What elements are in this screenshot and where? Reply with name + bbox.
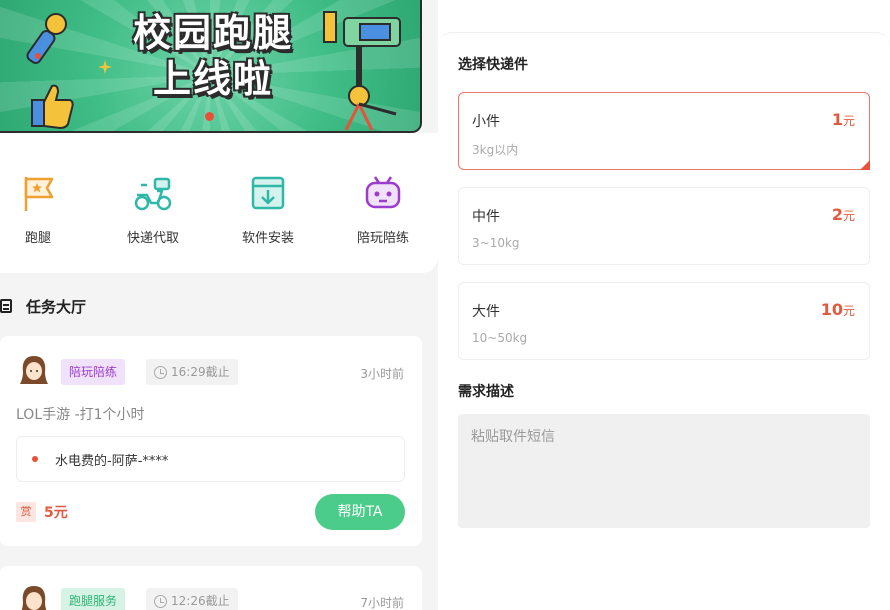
task-address: 水电费的-阿萨-**** xyxy=(16,436,405,482)
reward-badge: 赏 xyxy=(16,502,36,522)
task-category-tag: 陪玩陪练 xyxy=(61,359,126,385)
task-reward: 赏 5元 xyxy=(16,502,68,522)
task-deadline: 16:29截止 xyxy=(171,365,230,379)
size-price-unit: 元 xyxy=(842,304,855,318)
carousel-indicator[interactable] xyxy=(205,112,214,121)
size-section-title: 选择快递件 xyxy=(458,57,528,73)
quick-action-game-companion[interactable]: 陪玩陪练 xyxy=(333,173,433,246)
size-range: 3~10kg xyxy=(472,236,520,250)
banner-title: 校园跑腿 上线啦 xyxy=(118,10,308,102)
quick-actions: 跑腿 快递代取 软件安装 陪玩陪练 xyxy=(0,133,438,273)
reward-amount: 5元 xyxy=(44,505,68,521)
quick-action-errand[interactable]: 跑腿 xyxy=(0,173,88,246)
size-price-value: 1 xyxy=(831,110,843,129)
size-option-medium[interactable]: 中件 3~10kg 2元 xyxy=(458,187,870,265)
size-price: 1元 xyxy=(832,110,855,129)
panel-edge xyxy=(438,32,890,52)
size-price-value: 2 xyxy=(831,205,843,224)
size-price-value: 10 xyxy=(820,300,843,319)
size-name: 大件 xyxy=(472,304,500,320)
promo-banner[interactable]: 校园跑腿 上线啦 xyxy=(0,0,422,133)
task-deadline-tag: 16:29截止 xyxy=(146,359,238,385)
task-description: LOL手游 -打1个小时 xyxy=(16,407,145,423)
task-posted-ago: 3小时前 xyxy=(360,367,404,381)
task-category-tag: 跑腿服务 xyxy=(61,588,126,610)
quick-action-label: 跑腿 xyxy=(24,231,51,246)
sparkle-icon xyxy=(98,60,112,74)
quick-action-label: 软件安装 xyxy=(241,231,294,246)
quick-action-software-install[interactable]: 软件安装 xyxy=(218,173,318,246)
task-card[interactable]: 陪玩陪练 16:29截止 3小时前 LOL手游 -打1个小时 水电费的-阿萨-*… xyxy=(0,336,422,546)
list-icon xyxy=(0,299,12,313)
thumbs-up-icon xyxy=(31,84,74,130)
task-hall-title: 任务大厅 xyxy=(26,297,87,316)
clock-icon xyxy=(154,365,167,379)
task-deadline-tag: 12:26截止 xyxy=(146,588,238,610)
size-price: 2元 xyxy=(832,205,855,224)
size-price-unit: 元 xyxy=(842,114,855,128)
size-name: 中件 xyxy=(472,209,500,225)
banner-title-line2: 上线啦 xyxy=(152,57,273,101)
description-textarea[interactable] xyxy=(458,414,870,528)
microphone-icon xyxy=(26,13,67,64)
selected-corner-mark xyxy=(860,160,870,170)
task-address-text: 水电费的-阿萨-**** xyxy=(55,453,169,469)
download-box-icon xyxy=(251,176,285,210)
quick-action-label: 快递代取 xyxy=(126,231,179,246)
clock-icon xyxy=(154,594,167,608)
left-panel: 校园跑腿 上线啦 跑腿 快递代取 软件安装 陪玩陪练 任务大厅 陪玩陪练 16:… xyxy=(0,0,438,610)
size-option-small[interactable]: 小件 3kg以内 1元 xyxy=(458,92,870,170)
size-range: 3kg以内 xyxy=(472,143,519,157)
order-form-panel: 选择快递件 小件 3kg以内 1元 中件 3~10kg 2元 大件 10~50k… xyxy=(438,0,890,610)
avatar xyxy=(20,356,48,384)
help-button[interactable]: 帮助TA xyxy=(315,494,405,530)
size-price: 10元 xyxy=(821,300,855,319)
avatar xyxy=(21,586,47,610)
description-section-title: 需求描述 xyxy=(458,384,514,400)
location-dot-icon xyxy=(32,456,38,462)
task-hall-header: 任务大厅 xyxy=(0,294,86,318)
size-option-large[interactable]: 大件 10~50kg 10元 xyxy=(458,282,870,360)
flag-icon xyxy=(24,177,54,211)
task-deadline: 12:26截止 xyxy=(171,594,230,608)
size-name: 小件 xyxy=(472,114,500,130)
size-range: 10~50kg xyxy=(472,331,528,345)
gamepad-icon xyxy=(365,176,401,209)
quick-action-express-pickup[interactable]: 快递代取 xyxy=(103,173,203,246)
quick-action-label: 陪玩陪练 xyxy=(356,231,409,246)
panel-top xyxy=(438,0,890,32)
scooter-icon xyxy=(134,177,172,211)
banner-title-line1: 校园跑腿 xyxy=(132,11,293,55)
size-price-unit: 元 xyxy=(842,209,855,223)
gimbal-icon xyxy=(323,11,401,131)
task-card[interactable]: 跑腿服务 12:26截止 7小时前 xyxy=(0,566,422,610)
task-posted-ago: 7小时前 xyxy=(360,596,404,610)
